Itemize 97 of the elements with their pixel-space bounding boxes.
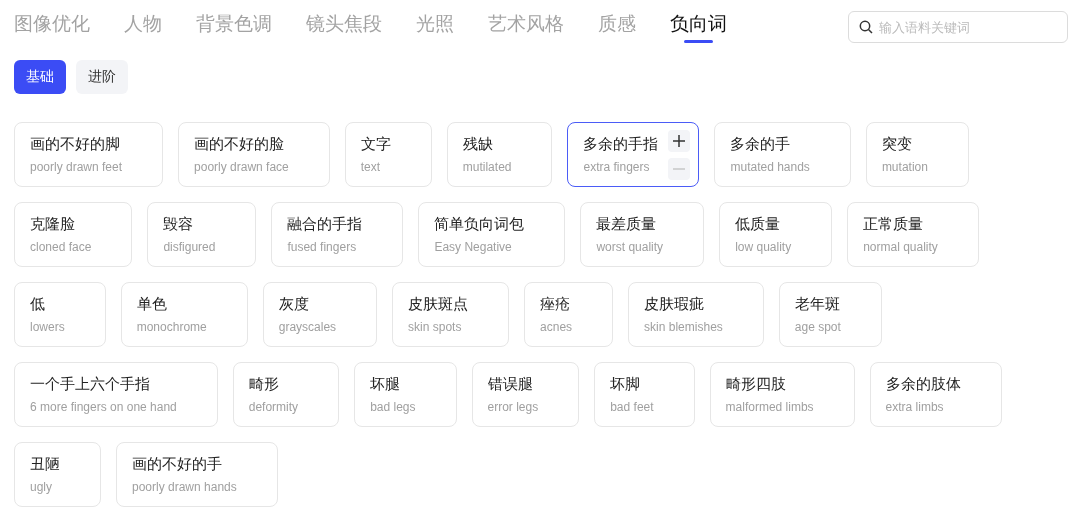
prompt-card[interactable]: 最差质量 worst quality [580,202,705,267]
prompt-title: 皮肤瑕疵 [644,295,706,314]
prompt-title: 多余的肢体 [885,375,961,394]
prompt-card[interactable]: 丑陋 ugly [14,442,101,507]
prompt-title: 灰度 [278,295,310,314]
prompt-title: 突变 [881,135,913,154]
prompt-title: 一个手上六个手指 [30,375,151,394]
prompt-translation: acnes [540,320,573,334]
prompt-translation: fused fingers [287,240,358,254]
prompt-title: 坏腿 [370,375,402,394]
prompt-card[interactable]: 多余的手指 extra fingers [567,122,700,187]
plus-icon [673,135,686,147]
prompt-title: 画的不好的手 [132,455,223,474]
prompt-translation: malformed limbs [725,400,814,414]
prompt-translation: disfigured [163,240,216,254]
prompt-card[interactable]: 残缺 mutilated [446,122,553,187]
prompt-card[interactable]: 毁容 disfigured [147,202,257,267]
prompt-translation: monochrome [136,320,207,334]
prompt-title: 痤疮 [540,295,572,314]
prompt-card[interactable]: 痤疮 acnes [524,282,614,347]
prompt-title: 丑陋 [30,455,60,474]
prompt-translation: skin blemishes [644,320,723,334]
prompt-title: 老年斑 [794,295,841,314]
prompt-card[interactable]: 多余的手 mutated hands [714,122,851,187]
prompt-translation: bad feet [610,400,654,414]
prompt-card[interactable]: 低质量 low quality [719,202,833,267]
prompt-title: 单色 [136,295,168,314]
prompt-title: 融合的手指 [287,215,363,234]
category-tab[interactable]: 负向词 [670,11,727,43]
prompt-title: 简单负向词包 [434,215,525,234]
prompt-translation: cloned face [30,240,92,254]
prompt-title: 多余的手 [730,135,792,154]
prompt-title: 正常质量 [863,215,925,234]
prompt-card[interactable]: 多余的肢体 extra limbs [869,362,1002,427]
prompt-title: 文字 [360,135,391,154]
prompt-translation: poorly drawn hands [132,480,237,494]
prompt-title: 残缺 [462,135,494,154]
prompt-translation: error legs [487,400,539,414]
prompt-card[interactable]: 正常质量 normal quality [847,202,979,267]
prompt-title: 畸形 [248,375,280,394]
minus-icon [673,168,686,170]
prompt-translation: mutation [881,160,928,174]
prompt-translation: poorly drawn feet [30,160,123,174]
prompt-title: 多余的手指 [583,135,659,154]
prompt-title: 毁容 [163,215,195,234]
prompt-card[interactable]: 画的不好的手 poorly drawn hands [116,442,278,507]
level-tab[interactable]: 进阶 [76,60,128,94]
prompt-card[interactable]: 灰度 grayscales [262,282,378,347]
prompt-card[interactable]: 突变 mutation [865,122,969,187]
prompt-card[interactable]: 一个手上六个手指 6 more fingers on one hand [14,362,218,427]
prompt-translation: text [360,160,382,174]
prompt-translation: extra limbs [885,400,945,414]
prompt-card[interactable]: 错误腿 error legs [471,362,580,427]
prompt-card[interactable]: 简单负向词包 Easy Negative [418,202,566,267]
prompt-translation: Easy Negative [434,240,513,254]
prompt-title: 画的不好的脚 [30,135,121,154]
prompt-translation: mutilated [462,160,512,174]
prompt-card[interactable]: 文字 text [344,122,432,187]
level-tab[interactable]: 基础 [14,60,66,94]
prompt-card[interactable]: 皮肤斑点 skin spots [392,282,510,347]
prompt-translation: bad legs [370,400,416,414]
prompt-title: 错误腿 [487,375,534,394]
search-field[interactable]: 输入语料关键词 [848,11,1068,43]
prompt-translation: worst quality [596,240,664,254]
prompt-card[interactable]: 画的不好的脸 poorly drawn face [178,122,330,187]
prompt-translation: mutated hands [730,160,810,174]
prompt-card[interactable]: 画的不好的脚 poorly drawn feet [14,122,164,187]
prompt-translation: ugly [30,480,53,494]
prompt-translation: 6 more fingers on one hand [30,400,177,414]
prompt-card[interactable]: 坏脚 bad feet [594,362,695,427]
prompt-translation: skin spots [408,320,463,334]
prompt-card[interactable]: 克隆脸 cloned face [14,202,133,267]
prompt-translation: low quality [735,240,792,254]
prompt-card[interactable]: 低 lowers [14,282,106,347]
prompt-translation: extra fingers [583,160,651,174]
prompt-card[interactable]: 皮肤瑕疵 skin blemishes [628,282,764,347]
prompt-card[interactable]: 畸形四肢 malformed limbs [709,362,855,427]
add-button[interactable] [668,130,691,152]
prompt-title: 低 [30,295,46,314]
prompt-card[interactable]: 融合的手指 fused fingers [271,202,404,267]
prompt-title: 克隆脸 [30,215,76,234]
prompt-translation: age spot [794,320,841,334]
prompt-title: 坏脚 [610,375,642,394]
prompt-title: 画的不好的脸 [194,135,286,154]
prompt-translation: lowers [30,320,65,334]
prompt-title: 最差质量 [596,215,658,234]
prompt-title: 畸形四肢 [725,375,787,394]
prompt-card[interactable]: 单色 monochrome [120,282,248,347]
prompt-card[interactable]: 畸形 deformity [232,362,340,427]
prompt-translation: poorly drawn face [194,160,289,174]
prompt-card[interactable]: 坏腿 bad legs [354,362,457,427]
prompt-title: 皮肤斑点 [408,295,469,314]
prompt-title: 低质量 [735,215,782,234]
prompt-translation: normal quality [863,240,938,254]
prompt-card[interactable]: 老年斑 age spot [778,282,882,347]
prompt-translation: deformity [248,400,299,414]
prompt-translation: grayscales [278,320,337,334]
